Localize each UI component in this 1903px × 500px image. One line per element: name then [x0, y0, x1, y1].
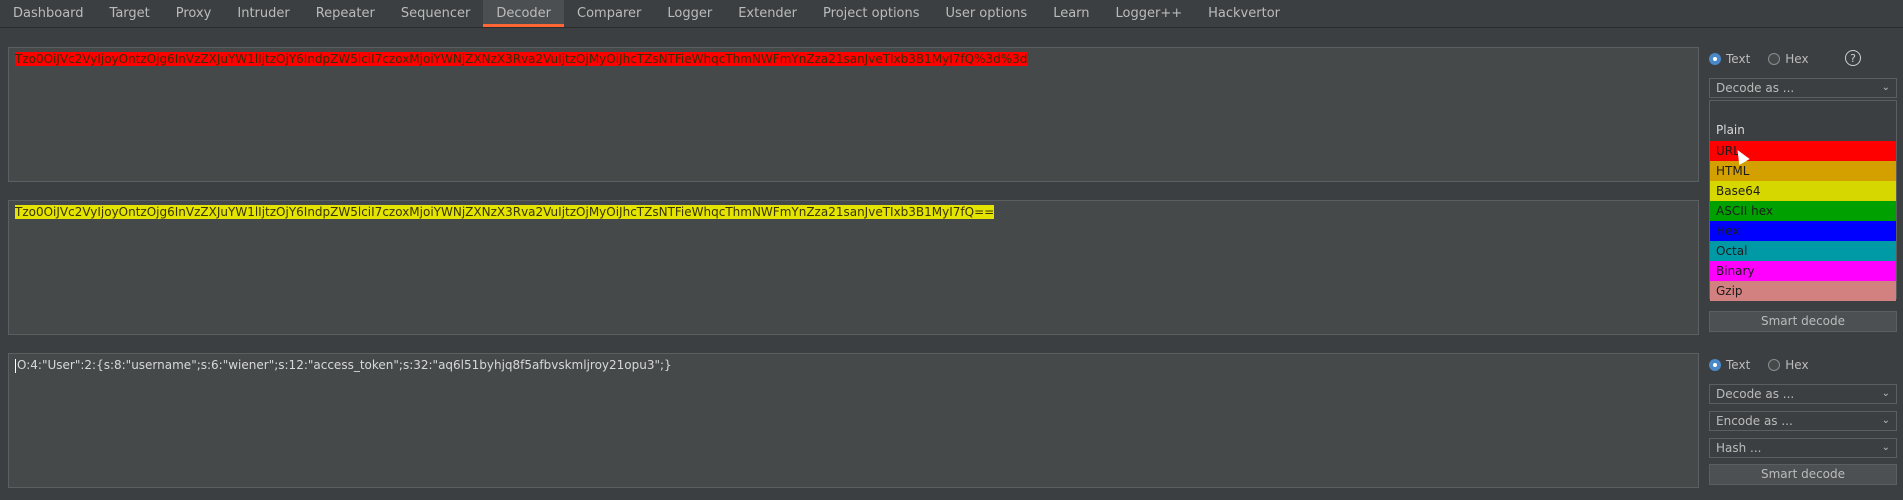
- tab-repeater[interactable]: Repeater: [303, 0, 388, 27]
- tab-intruder[interactable]: Intruder: [224, 0, 302, 27]
- tab-proxy[interactable]: Proxy: [163, 0, 225, 27]
- panel-3-text-radio[interactable]: [1709, 359, 1721, 371]
- tab-sequencer[interactable]: Sequencer: [388, 0, 483, 27]
- panel-3-hex-radio[interactable]: [1768, 359, 1781, 371]
- tab-dashboard[interactable]: Dashboard: [0, 0, 97, 27]
- tab-target[interactable]: Target: [97, 0, 163, 27]
- help-icon[interactable]: ?: [1845, 50, 1861, 66]
- tab-hackvertor[interactable]: Hackvertor: [1195, 0, 1293, 27]
- dropdown-item-plain[interactable]: Plain: [1710, 120, 1896, 140]
- panel-3-controls: Text Hex: [1709, 354, 1897, 376]
- chevron-down-icon: ⌄: [1881, 388, 1890, 399]
- dropdown-item-base64[interactable]: Base64: [1710, 181, 1896, 201]
- main-tab-bar: Dashboard Target Proxy Intruder Repeater…: [0, 0, 1903, 28]
- panel-1-controls: Text Hex: [1709, 48, 1897, 70]
- tab-extender[interactable]: Extender: [725, 0, 810, 27]
- panel-1-hex-radio-label: Hex: [1785, 52, 1809, 66]
- panel-1-text-radio[interactable]: [1709, 53, 1721, 65]
- panel-1-decode-as-select[interactable]: Decode as ... ⌄: [1709, 78, 1897, 98]
- chevron-down-icon: ⌄: [1881, 442, 1890, 453]
- dropdown-item-ascii-hex[interactable]: ASCII hex: [1710, 201, 1896, 221]
- panel-3-text[interactable]: O:4:"User":2:{s:8:"username";s:6:"wiener…: [15, 357, 672, 373]
- panel-3-text-radio-label: Text: [1726, 358, 1751, 372]
- panel-3-hash-select[interactable]: Hash ... ⌄: [1709, 438, 1897, 458]
- decode-as-dropdown-menu: Plain URL HTML Base64 ASCII hex Hex Octa…: [1709, 100, 1897, 301]
- panel-1-hex-radio[interactable]: [1768, 53, 1781, 65]
- tab-learn[interactable]: Learn: [1040, 0, 1102, 27]
- text-caret: [15, 358, 16, 373]
- panel-3-mode-radios: Text Hex: [1709, 354, 1897, 376]
- decoder-input-panel-2[interactable]: Tzo0OiJVc2VyIjoyOntzOjg6InVzZXJuYW1lIjtz…: [8, 200, 1699, 335]
- panel-3-decode-as-select[interactable]: Decode as ... ⌄: [1709, 384, 1897, 404]
- panel-3-hex-radio-label: Hex: [1785, 358, 1809, 372]
- decoder-input-panel-3[interactable]: O:4:"User":2:{s:8:"username";s:6:"wiener…: [8, 353, 1699, 488]
- panel-2-text[interactable]: Tzo0OiJVc2VyIjoyOntzOjg6InVzZXJuYW1lIjtz…: [15, 204, 995, 220]
- tab-decoder[interactable]: Decoder: [483, 0, 565, 27]
- panel-2-smart-decode-button[interactable]: Smart decode: [1709, 311, 1897, 332]
- panel-1-text-radio-label: Text: [1726, 52, 1751, 66]
- chevron-down-icon: ⌄: [1881, 82, 1890, 93]
- tab-logger[interactable]: Logger: [654, 0, 725, 27]
- dropdown-item-hex[interactable]: Hex: [1710, 221, 1896, 241]
- tab-user-options[interactable]: User options: [933, 0, 1041, 27]
- tab-comparer[interactable]: Comparer: [564, 0, 654, 27]
- panel-3-encode-as-label: Encode as ...: [1716, 414, 1793, 428]
- panel-1-mode-radios: Text Hex: [1709, 48, 1897, 70]
- decoder-input-panel-1[interactable]: Tzo0OiJVc2VyIjoyOntzOjg6InVzZXJuYW1lIjtz…: [8, 47, 1699, 182]
- chevron-down-icon: ⌄: [1881, 415, 1890, 426]
- panel-3-hash-label: Hash ...: [1716, 441, 1762, 455]
- panel-1-text[interactable]: Tzo0OiJVc2VyIjoyOntzOjg6InVzZXJuYW1lIjtz…: [15, 51, 1028, 67]
- panel-3-decode-as-label: Decode as ...: [1716, 387, 1795, 401]
- panel-3-encode-as-select[interactable]: Encode as ... ⌄: [1709, 411, 1897, 431]
- panel-2-highlighted-text: Tzo0OiJVc2VyIjoyOntzOjg6InVzZXJuYW1lIjtz…: [15, 205, 995, 219]
- dropdown-item-octal[interactable]: Octal: [1710, 241, 1896, 261]
- panel-1-highlighted-text: Tzo0OiJVc2VyIjoyOntzOjg6InVzZXJuYW1lIjtz…: [15, 52, 1028, 66]
- tab-logger-plus-plus[interactable]: Logger++: [1103, 0, 1196, 27]
- panel-3-smart-decode-button[interactable]: Smart decode: [1709, 464, 1897, 485]
- dropdown-item-binary[interactable]: Binary: [1710, 261, 1896, 281]
- tab-project-options[interactable]: Project options: [810, 0, 933, 27]
- dropdown-item-gzip[interactable]: Gzip: [1710, 281, 1896, 301]
- panel-3-plain-text: O:4:"User":2:{s:8:"username";s:6:"wiener…: [17, 358, 672, 372]
- panel-1-decode-as-label: Decode as ...: [1716, 81, 1795, 95]
